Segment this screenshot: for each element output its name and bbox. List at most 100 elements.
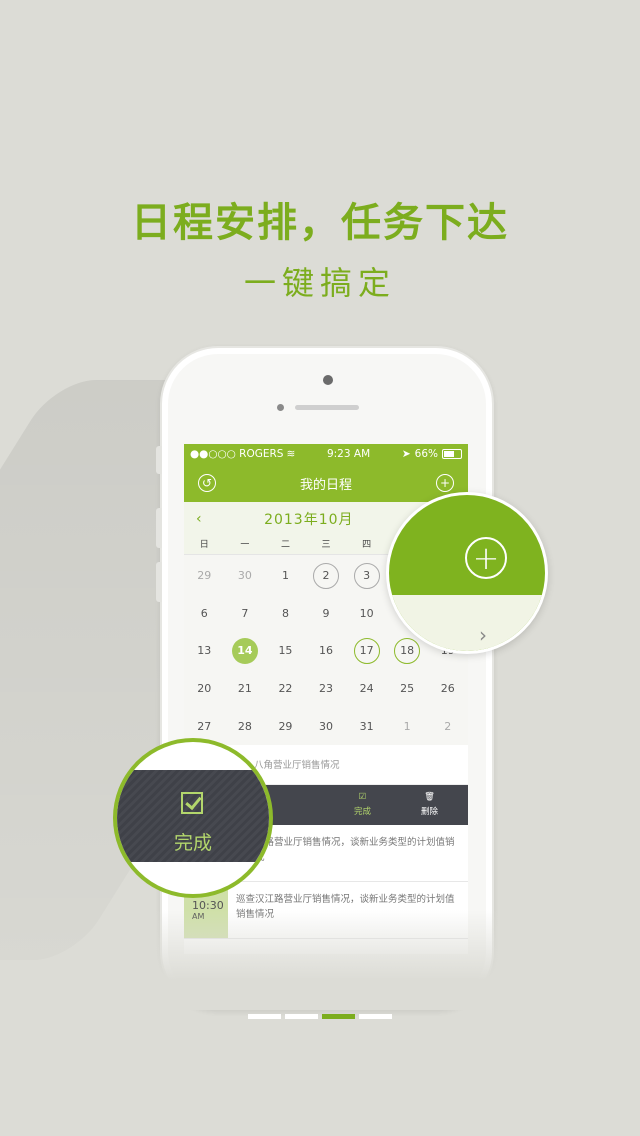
calendar-day-number: 1 (403, 719, 411, 733)
delete-button[interactable]: 🗑 删除 (421, 792, 438, 817)
calendar-day-number: 2 (313, 562, 340, 589)
calendar-day[interactable]: 29 (184, 563, 225, 589)
calendar-day[interactable]: 26 (427, 676, 468, 702)
battery-icon (442, 449, 462, 459)
checkbox-icon[interactable] (181, 792, 203, 814)
nav-title: 我的日程 (299, 477, 352, 493)
weekday: 一 (240, 540, 250, 550)
calendar-day[interactable]: 17 (346, 637, 387, 664)
page-indicator (248, 1014, 392, 1019)
calendar-day[interactable]: 16 (306, 638, 347, 664)
calendar-day-number: 30 (237, 569, 252, 583)
weekday: 二 (280, 540, 290, 550)
calendar-day[interactable]: 28 (225, 713, 266, 739)
magnifier-lower-area (389, 595, 545, 651)
delete-label: 删除 (420, 807, 438, 818)
headline: 日程安排，任务下达 (131, 200, 509, 246)
calendar-day-number: 26 (440, 682, 455, 696)
calendar-day[interactable]: 30 (225, 563, 266, 589)
location-icon: ➤ (401, 448, 411, 460)
calendar-day-number: 2 (444, 719, 452, 733)
calendar-day[interactable]: 30 (306, 713, 347, 739)
calendar-day-number: 25 (400, 682, 415, 696)
weekday: 三 (321, 540, 331, 550)
calendar-day[interactable]: 10 (346, 600, 387, 626)
calendar-day-number: 21 (237, 682, 252, 696)
calendar-day[interactable]: 20 (184, 676, 225, 702)
calendar-day-number: 15 (278, 644, 293, 658)
phone-fade (150, 910, 500, 1010)
calendar-day-number: 20 (197, 682, 212, 696)
calendar-day[interactable]: 7 (225, 600, 266, 626)
mute-switch (156, 446, 162, 474)
calendar-day[interactable]: 23 (306, 676, 347, 702)
calendar-day-number: 9 (322, 606, 330, 620)
refresh-icon[interactable]: ↺ (198, 474, 216, 492)
calendar-day-number: 10 (359, 606, 374, 620)
calendar-day-number: 7 (241, 606, 249, 620)
calendar-day-number: 29 (197, 569, 212, 583)
calendar-day[interactable]: 24 (346, 676, 387, 702)
speaker-slot (295, 405, 359, 410)
checkbox-icon: ☑ (358, 792, 367, 803)
page-dot[interactable] (285, 1014, 318, 1019)
camera-icon (323, 375, 333, 385)
page-dot-active[interactable] (322, 1014, 355, 1019)
calendar-day[interactable]: 6 (184, 600, 225, 626)
calendar-day[interactable]: 2 (427, 713, 468, 739)
volume-up-button (156, 508, 162, 548)
calendar-day-number: 6 (200, 606, 208, 620)
sensor-dot (277, 404, 284, 411)
calendar-day[interactable]: 22 (265, 676, 306, 702)
calendar-week-row: 20 21 22 23 24 25 26 (184, 670, 468, 708)
calendar-day-number: 31 (359, 719, 374, 733)
calendar-day[interactable]: 15 (265, 638, 306, 664)
magnifier-complete: 完成 (113, 738, 273, 898)
calendar-day-number: 17 (353, 637, 380, 664)
subline: 一键搞定 (243, 264, 396, 302)
calendar-day-number: 28 (237, 719, 252, 733)
calendar-day[interactable]: 13 (184, 638, 225, 664)
calendar-day[interactable]: 29 (265, 713, 306, 739)
carrier-text: ●●○○○ ROGERS (190, 448, 284, 460)
calendar-day[interactable]: 1 (387, 713, 428, 739)
status-time: 9:23 AM (326, 448, 371, 460)
magnifier-add: + › (386, 492, 548, 654)
trash-icon: 🗑 (424, 792, 435, 803)
calendar-day[interactable]: 27 (184, 713, 225, 739)
calendar-day-number: 3 (353, 562, 380, 589)
calendar-month: 2013年10月 (264, 512, 354, 528)
chevron-right-icon: › (479, 623, 487, 647)
add-icon[interactable]: + (435, 474, 454, 492)
calendar-day-number: 1 (281, 569, 289, 583)
weekday: 日 (199, 540, 209, 550)
calendar-day[interactable]: 14 (225, 637, 266, 664)
calendar-day[interactable]: 25 (387, 676, 428, 702)
calendar-day[interactable]: 31 (346, 713, 387, 739)
calendar-day-number: 14 (231, 637, 258, 664)
calendar-day-number: 13 (197, 644, 212, 658)
calendar-day-number: 22 (278, 682, 293, 696)
calendar-day-number: 8 (281, 606, 289, 620)
calendar-day-number: 23 (319, 682, 334, 696)
nav-bar: ↺ 我的日程 + (184, 464, 468, 502)
page-dot[interactable] (248, 1014, 281, 1019)
calendar-day[interactable]: 8 (265, 600, 306, 626)
magnifier-complete-label: 完成 (173, 832, 212, 854)
calendar-day[interactable]: 2 (306, 562, 347, 589)
page-dot[interactable] (359, 1014, 392, 1019)
wifi-icon: ≋ (286, 448, 296, 460)
calendar-day[interactable]: 21 (225, 676, 266, 702)
calendar-day[interactable]: 1 (265, 563, 306, 589)
status-bar: ●●○○○ ROGERS ≋ 9:23 AM ➤ 66% (184, 444, 468, 464)
calendar-day[interactable]: 9 (306, 600, 347, 626)
calendar-day-number: 27 (197, 719, 212, 733)
add-circle-icon[interactable]: + (465, 537, 507, 579)
calendar-day-number: 16 (319, 644, 334, 658)
calendar-day[interactable]: 3 (346, 562, 387, 589)
calendar-day-number: 24 (359, 682, 374, 696)
calendar-day-number: 29 (278, 719, 293, 733)
complete-button[interactable]: ☑ 完成 (354, 792, 371, 817)
volume-down-button (156, 562, 162, 602)
weekday: 四 (362, 540, 372, 550)
